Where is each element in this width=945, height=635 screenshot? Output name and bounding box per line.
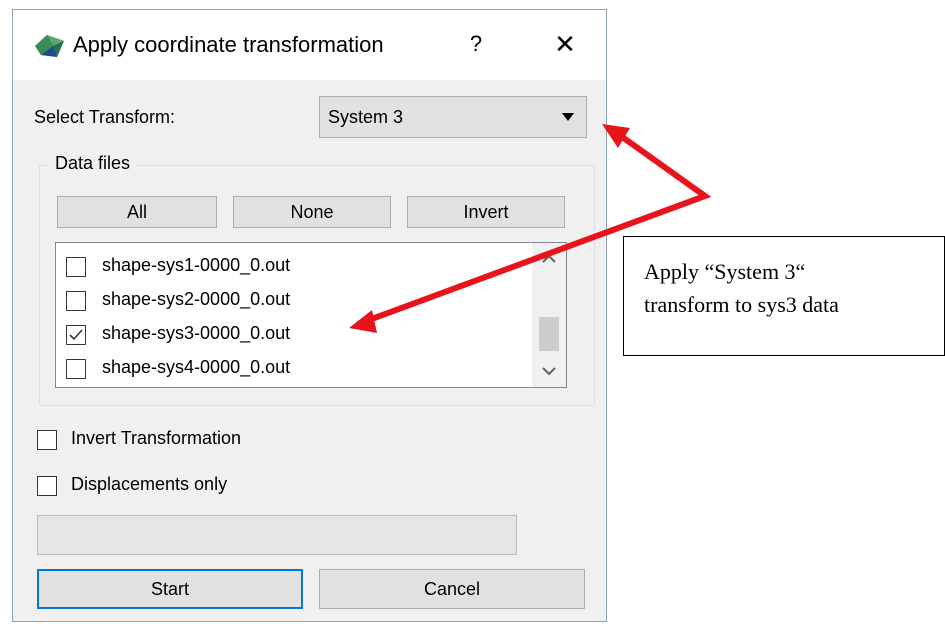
transform-dropdown-value: System 3 (328, 107, 404, 127)
file-checkbox[interactable] (66, 291, 86, 311)
close-button[interactable]: ✕ (547, 28, 583, 60)
title-bar: Apply coordinate transformation ? ✕ (13, 10, 606, 80)
file-name: shape-sys3-0000_0.out (102, 323, 291, 343)
invert-transformation-checkbox[interactable] (37, 430, 57, 450)
list-scrollbar[interactable] (532, 243, 566, 387)
cancel-label: Cancel (423, 578, 481, 599)
progress-bar (37, 515, 517, 555)
select-transform-label: Select Transform: (34, 107, 176, 127)
invert-transformation-label: Invert Transformation (71, 428, 242, 448)
invert-selection-button[interactable]: Invert (407, 196, 565, 228)
select-none-label: None (290, 201, 334, 222)
select-all-label: All (126, 201, 147, 222)
data-files-group-title: Data files (49, 153, 137, 174)
file-name: shape-sys1-0000_0.out (102, 255, 291, 275)
file-name: shape-sys2-0000_0.out (102, 289, 291, 309)
annotation-box: Apply “System 3“ transform to sys3 data (623, 236, 945, 356)
help-button[interactable]: ? (461, 28, 491, 60)
file-checkbox[interactable] (66, 325, 86, 345)
dropdown-arrow-icon (562, 113, 574, 121)
data-files-list[interactable]: shape-sys1-0000_0.out shape-sys2-0000_0.… (55, 242, 567, 388)
invert-selection-label: Invert (463, 201, 509, 222)
checkmark-icon (69, 329, 83, 341)
displacements-only-checkbox[interactable] (37, 476, 57, 496)
displacements-only-label: Displacements only (71, 474, 228, 494)
start-label: Start (150, 578, 189, 599)
file-checkbox[interactable] (66, 359, 86, 379)
app-icon (35, 35, 64, 57)
transform-dropdown[interactable]: System 3 (319, 96, 587, 138)
file-name: shape-sys4-0000_0.out (102, 357, 291, 377)
apply-transformation-dialog: Apply coordinate transformation ? ✕ Sele… (12, 9, 607, 622)
annotation-text: Apply “System 3“ transform to sys3 data (644, 259, 839, 317)
scroll-up-icon[interactable] (532, 243, 566, 273)
scroll-down-icon[interactable] (532, 357, 566, 387)
scrollbar-thumb[interactable] (539, 317, 559, 351)
select-none-button[interactable]: None (233, 196, 391, 228)
select-all-button[interactable]: All (57, 196, 217, 228)
file-checkbox[interactable] (66, 257, 86, 277)
dialog-title: Apply coordinate transformation (73, 32, 384, 57)
cancel-button[interactable]: Cancel (319, 569, 585, 609)
start-button[interactable]: Start (37, 569, 303, 609)
